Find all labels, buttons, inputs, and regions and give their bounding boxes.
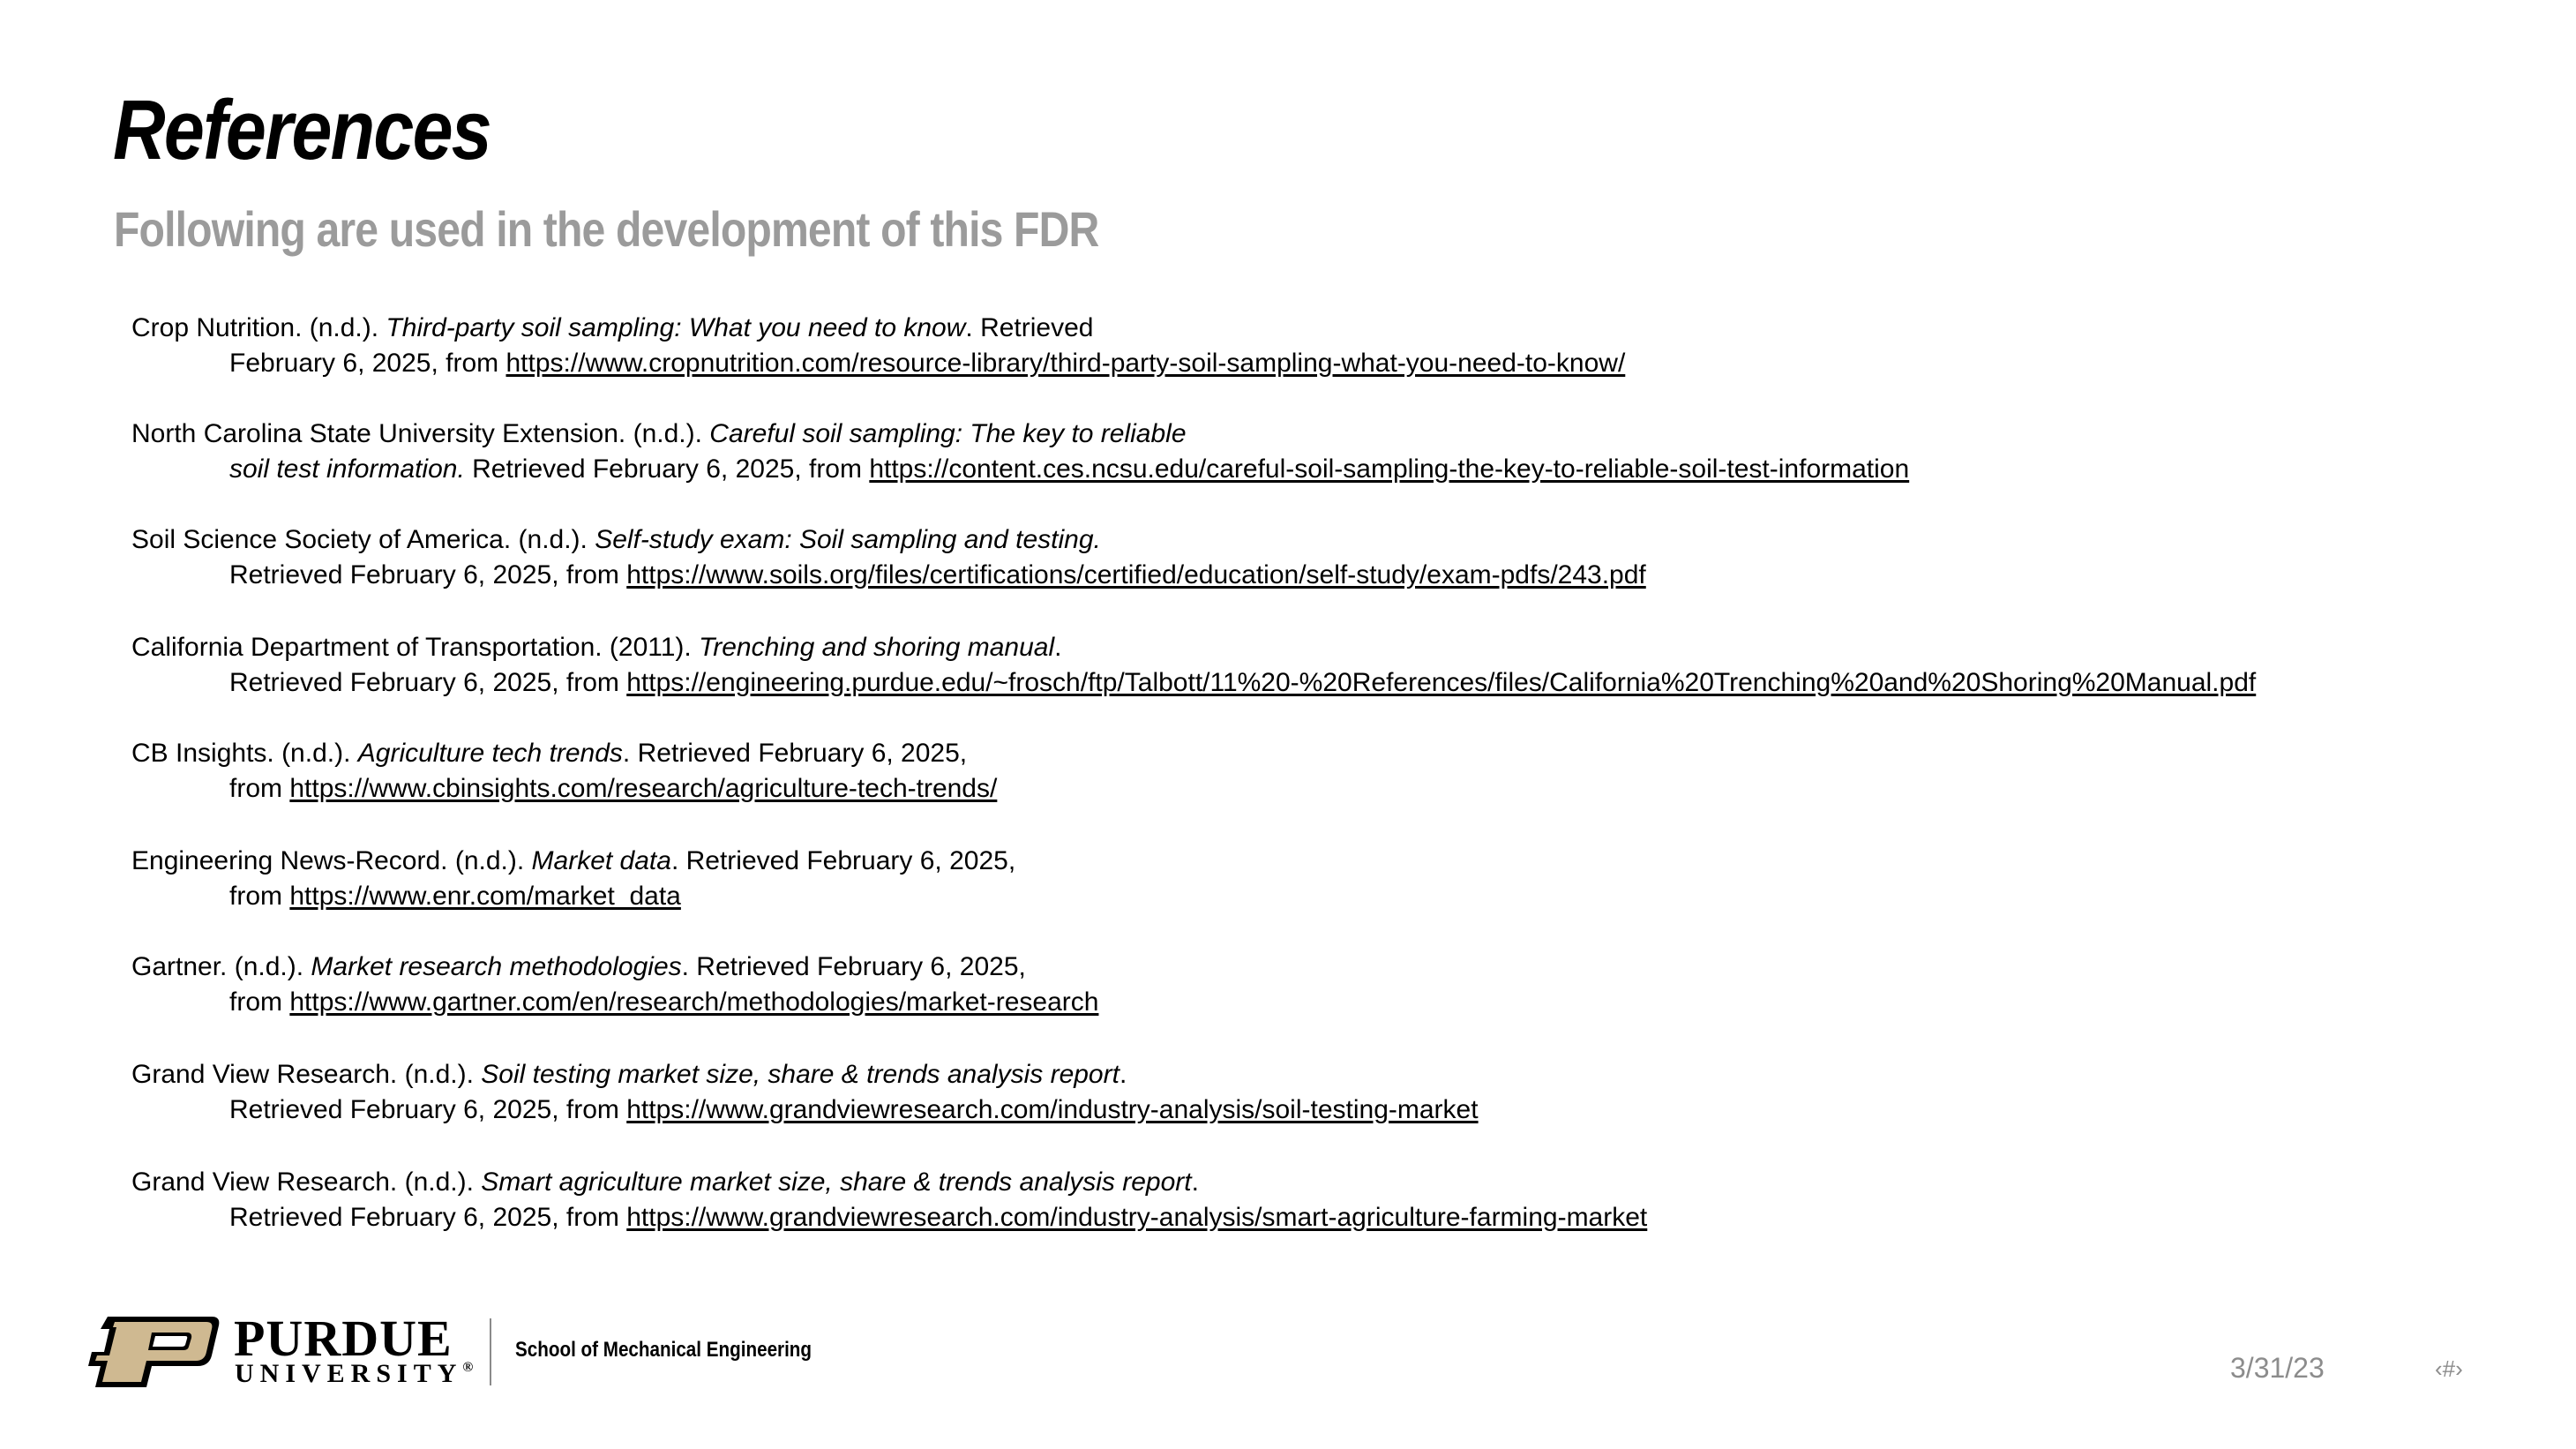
reference-line-2: Retrieved February 6, 2025, from https:/… xyxy=(131,558,1646,593)
reference-retrieved: . Retrieved xyxy=(965,313,1094,342)
reference-link[interactable]: https://content.ces.ncsu.edu/careful-soi… xyxy=(869,454,1909,484)
reference-link[interactable]: https://www.grandviewresearch.com/indust… xyxy=(626,1203,1647,1232)
reference-line-2: Retrieved February 6, 2025, from https:/… xyxy=(131,1092,1479,1128)
reference-punctuation: . xyxy=(1054,633,1062,662)
reference-line-2: soil test information. Retrieved Februar… xyxy=(131,452,1909,487)
reference-title: Market research methodologies xyxy=(311,952,682,981)
reference-line-2: Retrieved February 6, 2025, from https:/… xyxy=(131,665,2256,701)
slide-subtitle: Following are used in the development of… xyxy=(114,201,1099,257)
reference-line-2: from https://www.cbinsights.com/research… xyxy=(131,771,997,807)
reference-author: Grand View Research. (n.d.). xyxy=(131,1167,482,1197)
reference-author: Soil Science Society of America. (n.d.). xyxy=(131,525,595,554)
reference-entry: Crop Nutrition. (n.d.). Third-party soil… xyxy=(131,311,1625,381)
reference-entry: CB Insights. (n.d.). Agriculture tech tr… xyxy=(131,736,997,807)
reference-author: Crop Nutrition. (n.d.). xyxy=(131,313,386,342)
reference-title: Careful soil sampling: The key to reliab… xyxy=(709,419,1187,448)
reference-entry: Grand View Research. (n.d.). Soil testin… xyxy=(131,1057,1479,1128)
reference-title: Trenching and shoring manual xyxy=(699,633,1055,662)
reference-entry: Grand View Research. (n.d.). Smart agric… xyxy=(131,1165,1647,1235)
reference-entry: Soil Science Society of America. (n.d.).… xyxy=(131,522,1646,593)
reference-line-1: Grand View Research. (n.d.). Soil testin… xyxy=(131,1057,1479,1092)
reference-line-1: Soil Science Society of America. (n.d.).… xyxy=(131,522,1646,558)
reference-link[interactable]: https://www.cropnutrition.com/resource-l… xyxy=(505,349,1625,378)
reference-link[interactable]: https://www.soils.org/files/certificatio… xyxy=(626,560,1646,589)
reference-title: Third-party soil sampling: What you need… xyxy=(386,313,966,342)
reference-link[interactable]: https://www.grandviewresearch.com/indust… xyxy=(626,1095,1478,1124)
reference-line-2: from https://www.gartner.com/en/research… xyxy=(131,985,1098,1020)
reference-from: from xyxy=(229,987,290,1017)
slide: References Following are used in the dev… xyxy=(0,0,2576,1449)
reference-retrieved-date: . Retrieved February 6, 2025, xyxy=(681,952,1026,981)
reference-retrieved-date: . Retrieved February 6, 2025, xyxy=(622,739,968,768)
reference-line-1: Engineering News-Record. (n.d.). Market … xyxy=(131,844,1015,879)
logo-divider xyxy=(490,1318,491,1385)
reference-retrieved-date: Retrieved February 6, 2025, from xyxy=(229,1095,627,1124)
reference-from: from xyxy=(229,774,290,803)
slide-date: 3/31/23 xyxy=(2230,1352,2325,1384)
university-text: UNIVERSITY xyxy=(235,1359,463,1388)
reference-title: Market data xyxy=(531,846,671,875)
reference-line-2: Retrieved February 6, 2025, from https:/… xyxy=(131,1200,1647,1235)
reference-punctuation: . xyxy=(1191,1167,1199,1197)
reference-line-1: Gartner. (n.d.). Market research methodo… xyxy=(131,950,1098,985)
reference-punctuation: . xyxy=(1119,1060,1127,1089)
purdue-wordmark: PURDUE xyxy=(234,1310,453,1367)
reference-line-2: from https://www.enr.com/market_data xyxy=(131,879,1015,914)
slide-number: ‹#› xyxy=(2435,1355,2463,1382)
reference-line-1: Grand View Research. (n.d.). Smart agric… xyxy=(131,1165,1647,1200)
reference-retrieved-date: February 6, 2025, from xyxy=(229,349,506,378)
purdue-p-logo-icon xyxy=(88,1317,220,1387)
reference-retrieved-date: Retrieved February 6, 2025, from xyxy=(229,560,627,589)
reference-author: Grand View Research. (n.d.). xyxy=(131,1060,482,1089)
slide-title: References xyxy=(113,83,492,177)
reference-line-1: CB Insights. (n.d.). Agriculture tech tr… xyxy=(131,736,997,771)
reference-title: Soil testing market size, share & trends… xyxy=(481,1060,1120,1089)
reference-author: North Carolina State University Extensio… xyxy=(131,419,710,448)
department-name: School of Mechanical Engineering xyxy=(515,1338,812,1362)
reference-entry: North Carolina State University Extensio… xyxy=(131,417,1909,487)
reference-author: Gartner. (n.d.). xyxy=(131,952,311,981)
reference-link[interactable]: https://engineering.purdue.edu/~frosch/f… xyxy=(626,668,2256,697)
reference-entry: Gartner. (n.d.). Market research methodo… xyxy=(131,950,1098,1020)
reference-link[interactable]: https://www.gartner.com/en/research/meth… xyxy=(289,987,1098,1017)
reference-title: Smart agriculture market size, share & t… xyxy=(481,1167,1192,1197)
reference-retrieved-date: Retrieved February 6, 2025, from xyxy=(229,1203,627,1232)
reference-line-1: California Department of Transportation.… xyxy=(131,630,2256,665)
reference-line-1: North Carolina State University Extensio… xyxy=(131,417,1909,452)
reference-author: California Department of Transportation.… xyxy=(131,633,700,662)
reference-link[interactable]: https://www.cbinsights.com/research/agri… xyxy=(289,774,997,803)
reference-author: CB Insights. (n.d.). xyxy=(131,739,358,768)
purdue-logo: PURDUE UNIVERSITY® School of Mechanical … xyxy=(88,1313,812,1393)
reference-retrieved-date: Retrieved February 6, 2025, from xyxy=(464,454,870,484)
reference-retrieved-date: Retrieved February 6, 2025, from xyxy=(229,668,627,697)
reference-line-2: February 6, 2025, from https://www.cropn… xyxy=(131,346,1625,381)
reference-link[interactable]: https://www.enr.com/market_data xyxy=(289,882,681,911)
reference-title-continued: soil test information. xyxy=(229,454,465,484)
reference-author: Engineering News-Record. (n.d.). xyxy=(131,846,532,875)
reference-entry: California Department of Transportation.… xyxy=(131,630,2256,701)
reference-entry: Engineering News-Record. (n.d.). Market … xyxy=(131,844,1015,914)
reference-title: Self-study exam: Soil sampling and testi… xyxy=(595,525,1101,554)
reference-from: from xyxy=(229,882,290,911)
reference-line-1: Crop Nutrition. (n.d.). Third-party soil… xyxy=(131,311,1625,346)
reference-title: Agriculture tech trends xyxy=(357,739,623,768)
registered-mark: ® xyxy=(462,1360,474,1375)
reference-retrieved-date: . Retrieved February 6, 2025, xyxy=(670,846,1016,875)
university-wordmark: UNIVERSITY® xyxy=(235,1361,473,1387)
